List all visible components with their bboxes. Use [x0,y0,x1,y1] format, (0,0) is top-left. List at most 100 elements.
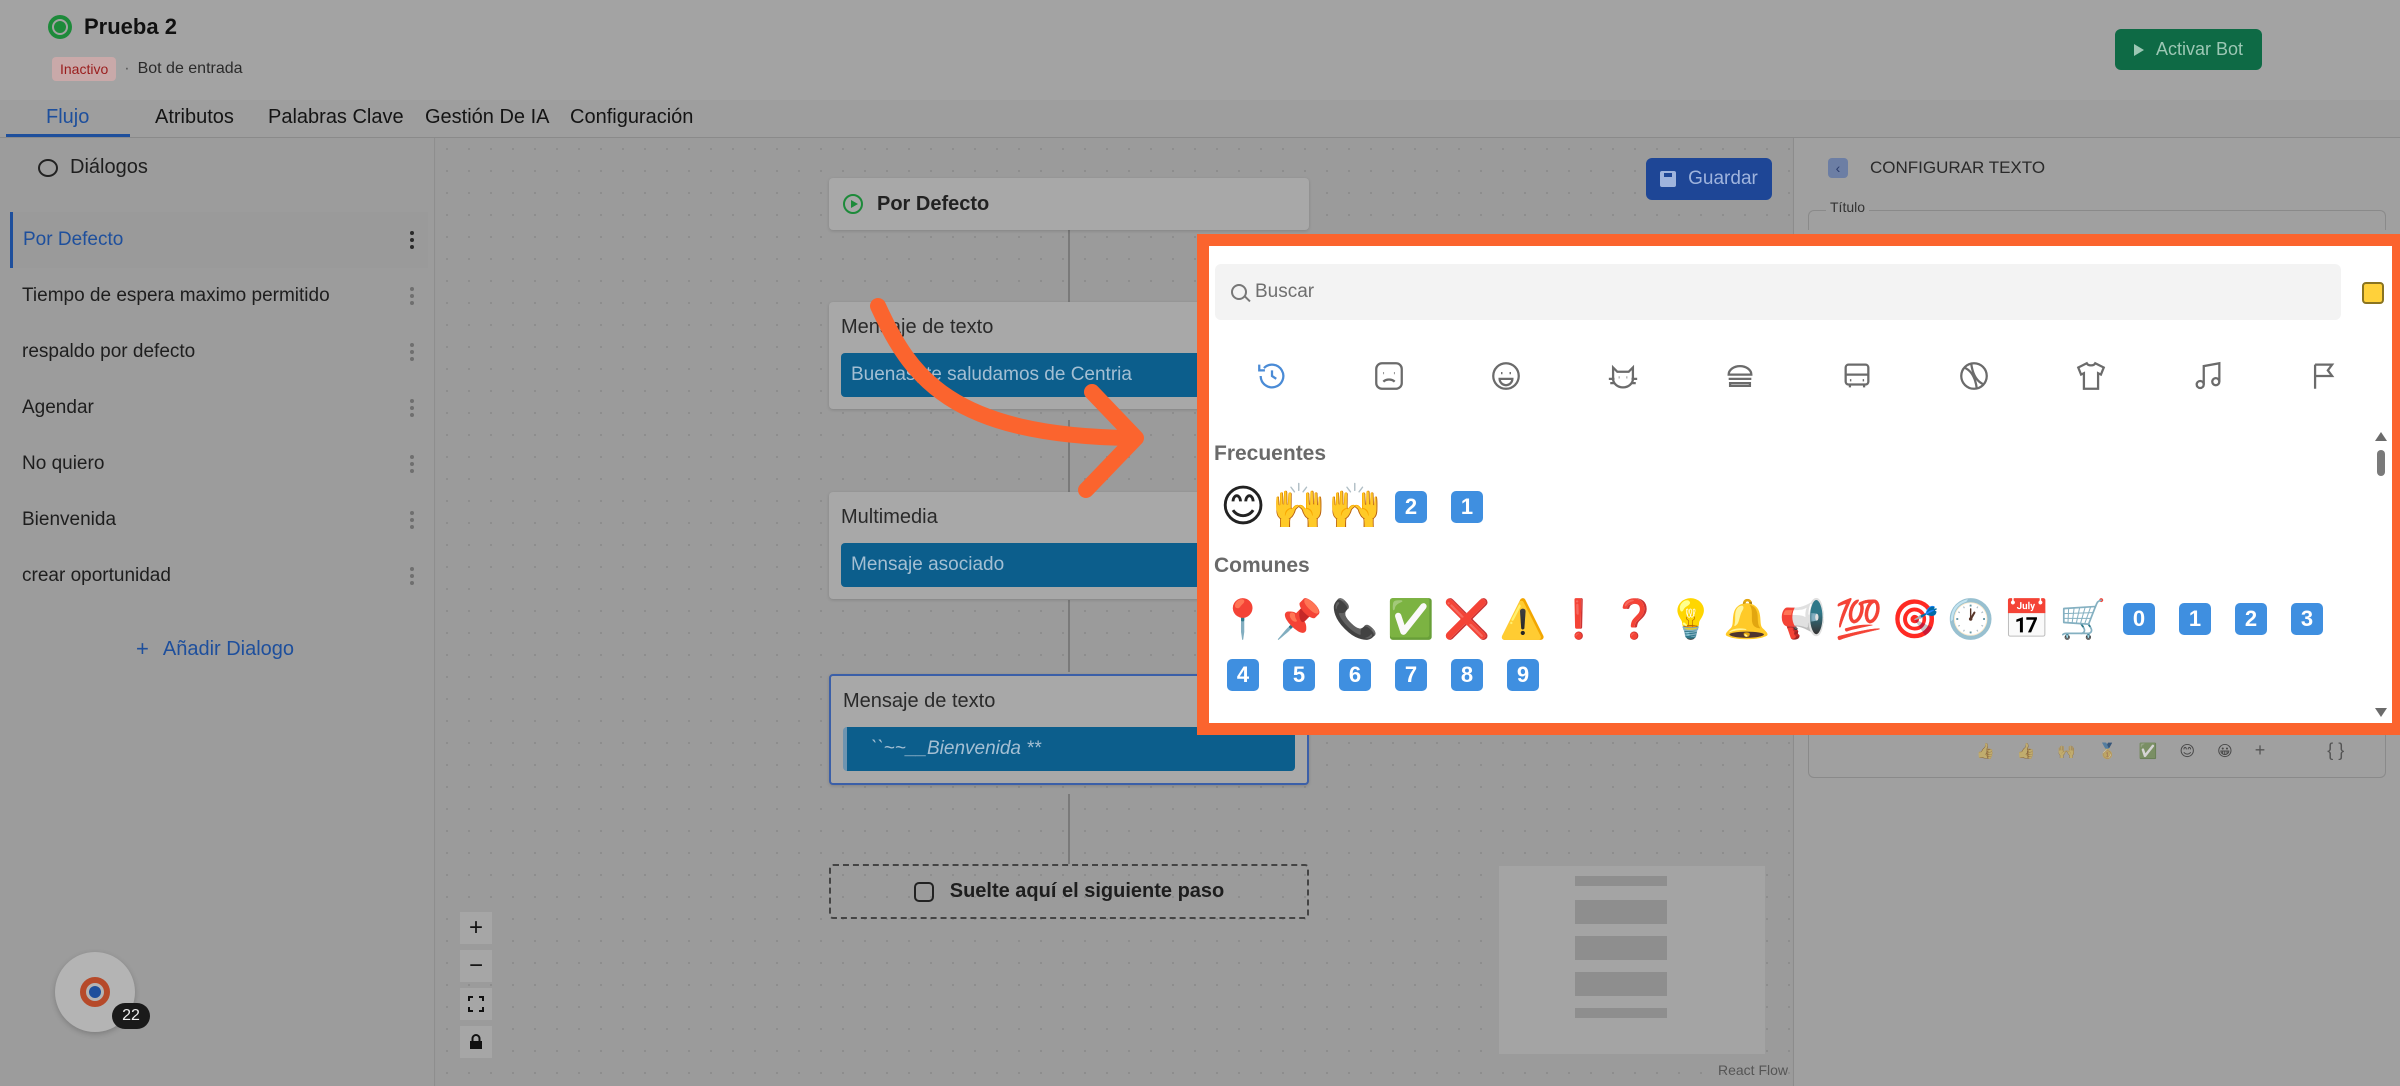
sidebar-title: Diálogos [70,156,148,178]
tab-palabras-clave[interactable]: Palabras Clave [268,106,404,129]
more-options-icon[interactable] [410,343,414,361]
add-dialog-button[interactable]: + Añadir Dialogo [136,636,294,662]
quick-emoji[interactable]: 👍 [1976,742,1995,760]
activities-icon[interactable] [1954,356,1994,396]
drop-next-step-zone[interactable]: Suelte aquí el siguiente paso [829,864,1309,919]
more-options-icon[interactable] [410,399,414,417]
emoji-keycap-0[interactable]: 0 [2111,594,2167,644]
dialog-item-respaldo[interactable]: respaldo por defecto [10,324,428,380]
dialog-item-agendar[interactable]: Agendar [10,380,428,436]
travel-icon[interactable] [1837,356,1877,396]
dialog-item-bienvenida[interactable]: Bienvenida [10,492,428,548]
food-icon[interactable] [1720,356,1760,396]
minimap[interactable] [1499,866,1765,1054]
dialog-item-no-quiero[interactable]: No quiero [10,436,428,492]
animals-icon[interactable] [1603,356,1643,396]
emoji-question[interactable]: ❓ [1607,594,1663,644]
emoji-keycap-5[interactable]: 5 [1271,650,1327,700]
bot-title-row: Prueba 2 [48,14,177,40]
emoji-smiling-face[interactable]: 😊 [1215,482,1271,532]
back-icon[interactable]: ‹ [1828,158,1848,178]
more-options-icon[interactable] [410,287,414,305]
activate-bot-button[interactable]: Activar Bot [2115,29,2262,70]
more-options-icon[interactable] [410,567,414,585]
scroll-down-arrow[interactable] [2375,708,2387,717]
emoji-round-pushpin[interactable]: 📍 [1215,594,1271,644]
emoji-raising-hands[interactable]: 🙌 [1327,482,1383,532]
people-icon[interactable] [1486,356,1526,396]
tab-flujo[interactable]: Flujo [46,106,89,129]
title-field-label: Título [1826,199,1870,215]
emoji-keycap-1[interactable]: 1 [2167,594,2223,644]
emoji-keycap-2[interactable]: 2 [2223,594,2279,644]
emoji-keycap-8[interactable]: 8 [1439,650,1495,700]
dialog-label: Por Defecto [23,229,124,250]
zoom-out-button[interactable]: − [460,950,492,982]
smileys-icon[interactable] [1369,356,1409,396]
title-field[interactable] [1808,210,2386,230]
search-icon [1231,284,1247,300]
emoji-keycap-7[interactable]: 7 [1383,650,1439,700]
zoom-in-button[interactable]: + [460,912,492,944]
emoji-warning[interactable]: ⚠️ [1495,594,1551,644]
emoji-exclamation[interactable]: ❗ [1551,594,1607,644]
emoji-calendar[interactable]: 📅 [1999,594,2055,644]
edge-connector [1068,794,1070,864]
dialog-item-por-defecto[interactable]: Por Defecto [10,212,428,268]
quick-emoji[interactable]: 🥇 [2098,742,2117,760]
tab-atributos[interactable]: Atributos [155,106,234,129]
recent-icon[interactable] [1252,356,1292,396]
emoji-keycap-1[interactable]: 1 [1439,482,1495,532]
emoji-raising-hands[interactable]: 🙌 [1271,482,1327,532]
objects-icon[interactable] [2071,356,2111,396]
picker-scrollbar[interactable] [2377,450,2385,476]
emoji-search-input[interactable] [1255,281,2255,303]
emoji-pushpin[interactable]: 📌 [1271,594,1327,644]
quick-emoji[interactable]: ✅ [2139,742,2158,760]
quick-emoji[interactable]: 😊 [2179,742,2195,760]
tab-configuracion[interactable]: Configuración [570,106,693,129]
emoji-keycap-3[interactable]: 3 [2279,594,2335,644]
minimap-node [1575,936,1667,960]
more-options-icon[interactable] [410,231,414,249]
scroll-up-arrow[interactable] [2375,432,2387,441]
add-emoji-button[interactable]: + [2255,740,2266,761]
emoji-check-mark[interactable]: ✅ [1383,594,1439,644]
emoji-keycap-9[interactable]: 9 [1495,650,1551,700]
quick-emoji[interactable]: 😀 [2217,742,2233,760]
emoji-keycap-4[interactable]: 4 [1215,650,1271,700]
emoji-loudspeaker[interactable]: 📢 [1775,594,1831,644]
emoji-keycap-6[interactable]: 6 [1327,650,1383,700]
emoji-keycap-2[interactable]: 2 [1383,482,1439,532]
start-node[interactable]: Por Defecto [829,178,1309,230]
dialog-label: Tiempo de espera maximo permitido [22,285,330,306]
section-title-frecuentes: Frecuentes [1214,442,1327,465]
emoji-search-box[interactable] [1215,264,2341,320]
flags-icon[interactable] [2305,356,2345,396]
lock-button[interactable] [460,1026,492,1058]
react-flow-attribution[interactable]: React Flow [1718,1062,1788,1078]
emoji-cross-mark[interactable]: ❌ [1439,594,1495,644]
emoji-light-bulb[interactable]: 💡 [1663,594,1719,644]
emoji-clock[interactable]: 🕐 [1943,594,1999,644]
quick-emoji[interactable]: 🙌 [2057,742,2076,760]
emoji-target[interactable]: 🎯 [1887,594,1943,644]
save-button[interactable]: Guardar [1646,158,1772,200]
emoji-shopping-cart[interactable]: 🛒 [2055,594,2111,644]
tab-gestion-ia[interactable]: Gestión De IA [425,106,550,129]
insert-variable-button[interactable]: { } [2327,740,2344,761]
plus-icon: + [136,636,149,661]
emoji-hundred[interactable]: 💯 [1831,594,1887,644]
more-options-icon[interactable] [410,455,414,473]
chat-icon [38,158,58,177]
emoji-bell[interactable]: 🔔 [1719,594,1775,644]
quick-emoji[interactable]: 👍 [2017,742,2036,760]
skin-tone-selector[interactable] [2362,282,2384,304]
emoji-telephone[interactable]: 📞 [1327,594,1383,644]
panel-header: ‹ CONFIGURAR TEXTO [1828,158,2045,178]
dialog-item-tiempo-espera[interactable]: Tiempo de espera maximo permitido [10,268,428,324]
symbols-icon[interactable] [2188,356,2228,396]
more-options-icon[interactable] [410,511,414,529]
fit-view-button[interactable] [460,988,492,1020]
dialog-item-crear-oportunidad[interactable]: crear oportunidad [10,548,428,604]
